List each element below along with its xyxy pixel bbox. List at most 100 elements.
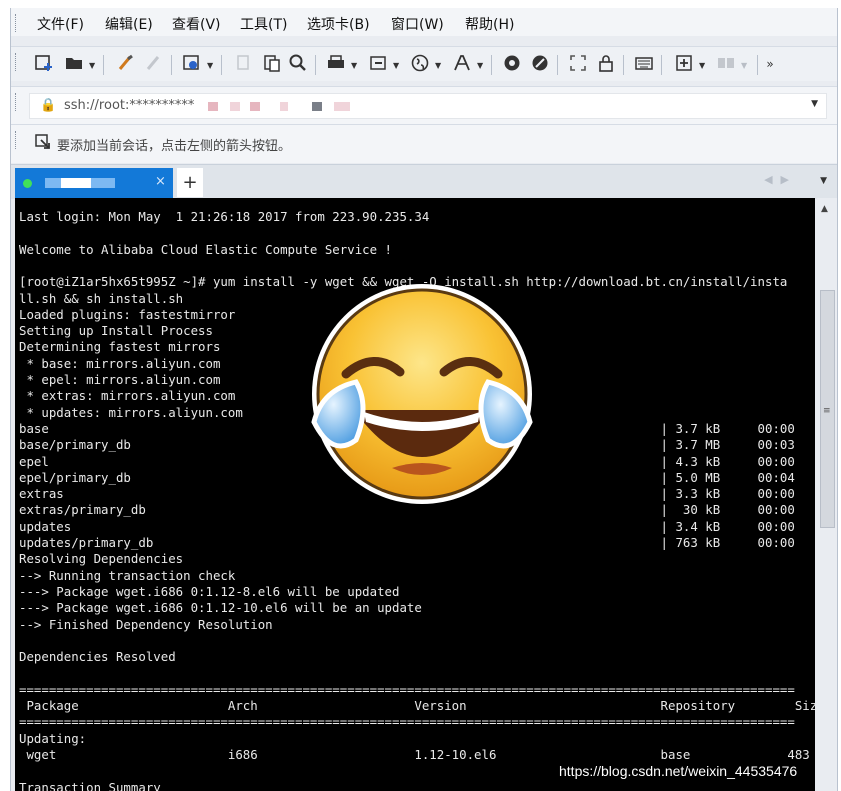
terminal-line: Transaction Summary [19,779,161,791]
terminal-line: ========================================… [19,714,795,730]
lock-icon[interactable] [595,53,617,75]
script-icon[interactable] [529,53,551,75]
address-bar: 🔒 ssh://root:********** ▼ [11,86,837,125]
toolbar-separator [103,55,104,75]
redacted-text [334,102,350,111]
print-icon[interactable] [325,53,347,75]
new-tab-button[interactable]: + [177,168,203,197]
globe-caret[interactable]: ▼ [435,61,441,70]
open-folder-icon[interactable] [63,53,85,75]
toolbar: ▼ ▼ ▼ ▼ ▼ ▼ ▼ ▼ » [11,46,837,81]
terminal-line: * epel: mirrors.aliyun.com [19,372,221,387]
scroll-grip-icon: ≡ [823,406,831,416]
redacted-tab-title [61,178,91,188]
toolbar-separator [623,55,624,75]
laughing-tears-emoji [311,284,533,504]
compose-icon[interactable] [501,53,523,75]
menu-tabs[interactable]: 选项卡(B) [307,14,370,34]
terminal-line: Welcome to Alibaba Cloud Elastic Compute… [19,241,392,257]
toolbar-separator [757,55,758,75]
terminal-line: Updating: [19,730,87,746]
terminal-line: * base: mirrors.aliyun.com [19,355,221,371]
layout-caret[interactable]: ▼ [741,61,747,70]
terminal-line: * updates: mirrors.aliyun.com [19,404,243,420]
terminal-line: Dependencies Resolved [19,649,176,665]
menu-edit[interactable]: 编辑(E) [105,14,153,34]
add-tab-caret[interactable]: ▼ [699,61,705,70]
session-hint-bar: 要添加当前会话，点击左侧的箭头按钮。 [11,124,837,163]
tab-list-dropdown-icon[interactable]: ▼ [820,176,827,186]
menu-bar: 文件(F) 编辑(E) 查看(V) 工具(T) 选项卡(B) 窗口(W) 帮助(… [11,8,837,36]
scroll-up-icon[interactable]: ▲ [821,204,828,214]
globe-icon[interactable] [409,53,431,75]
redacted-text [250,102,260,111]
properties-icon[interactable] [181,53,203,75]
toolbar-separator [557,55,558,75]
find-icon[interactable] [287,53,309,75]
redacted-text [280,102,288,111]
new-session-icon[interactable] [33,53,55,75]
more-icon[interactable]: » [763,53,777,75]
menu-tools[interactable]: 工具(T) [240,14,287,34]
paste-icon[interactable] [261,53,283,75]
open-folder-caret[interactable]: ▼ [89,61,95,70]
reconnect-icon[interactable] [115,53,137,75]
terminal-line: --> Running transaction check [19,567,236,583]
terminal-line: --> Finished Dependency Resolution [19,616,273,632]
terminal-line: updates/primary_db | 763 kB 00:00 [19,535,795,550]
fullscreen-icon[interactable] [567,53,589,75]
terminal-line: ========================================… [19,681,795,697]
addressbar-grip[interactable] [15,93,18,111]
disconnect-icon[interactable] [143,53,165,75]
terminal-line: Last login: Mon May 1 21:26:18 2017 from… [19,209,430,224]
print-caret[interactable]: ▼ [351,61,357,70]
toolbar-separator [315,55,316,75]
close-tab-icon[interactable]: × [155,174,166,189]
menu-view[interactable]: 查看(V) [172,14,221,34]
transfer-caret[interactable]: ▼ [393,61,399,70]
terminal-line: ---> Package wget.i686 0:1.12-10.el6 wil… [19,600,422,616]
keyboard-icon[interactable] [633,53,655,75]
connected-status-icon [23,179,32,188]
terminal-line: ---> Package wget.i686 0:1.12-8.el6 will… [19,583,400,599]
layout-icon[interactable] [715,53,737,75]
address-url: ssh://root:********** [64,98,195,113]
terminal-line: Setting up Install Process [19,323,213,339]
menubar-grip[interactable] [15,14,18,32]
font-caret[interactable]: ▼ [477,61,483,70]
lock-icon: 🔒 [40,98,57,113]
terminal-line: Determining fastest mirrors [19,339,221,355]
redacted-text [208,102,218,111]
address-field[interactable]: 🔒 ssh://root:********** ▼ [29,93,827,119]
toolbar-separator [171,55,172,75]
session-tab[interactable]: × [15,168,173,199]
properties-caret[interactable]: ▼ [207,61,213,70]
transfer-icon[interactable] [367,53,389,75]
terminal-line: ll.sh && sh install.sh [19,290,184,306]
menu-help[interactable]: 帮助(H) [465,14,514,34]
arrow-add-icon[interactable] [35,134,51,154]
vertical-scrollbar[interactable]: ▲ ≡ [817,198,837,791]
redacted-text [312,102,322,111]
toolbar-separator [661,55,662,75]
menu-window[interactable]: 窗口(W) [391,14,444,34]
watermark-text: https://blog.csdn.net/weixin_44535476 [559,763,798,779]
copy-icon[interactable] [233,53,255,75]
add-tab-icon[interactable] [673,53,695,75]
font-icon[interactable] [451,53,473,75]
toolbar-separator [221,55,222,75]
terminal-line: Loaded plugins: fastestmirror [19,306,236,322]
hintbar-grip[interactable] [15,131,18,149]
menu-file[interactable]: 文件(F) [37,14,84,34]
tab-scroll-arrows[interactable]: ◀▶ [764,173,797,186]
terminal-line: * extras: mirrors.aliyun.com [19,388,236,404]
session-hint-text: 要添加当前会话，点击左侧的箭头按钮。 [57,139,292,154]
address-dropdown-icon[interactable]: ▼ [811,99,818,109]
terminal-line: updates | 3.4 kB 00:00 [19,518,795,534]
terminal-line: wget i686 1.12-10.el6 base 483 k [19,746,815,762]
terminal-line: Package Arch Version Repository Size [19,698,815,713]
tab-bar: × + ◀▶ ▼ [11,164,837,199]
redacted-text [230,102,240,111]
toolbar-grip[interactable] [15,53,18,71]
toolbar-separator [491,55,492,75]
